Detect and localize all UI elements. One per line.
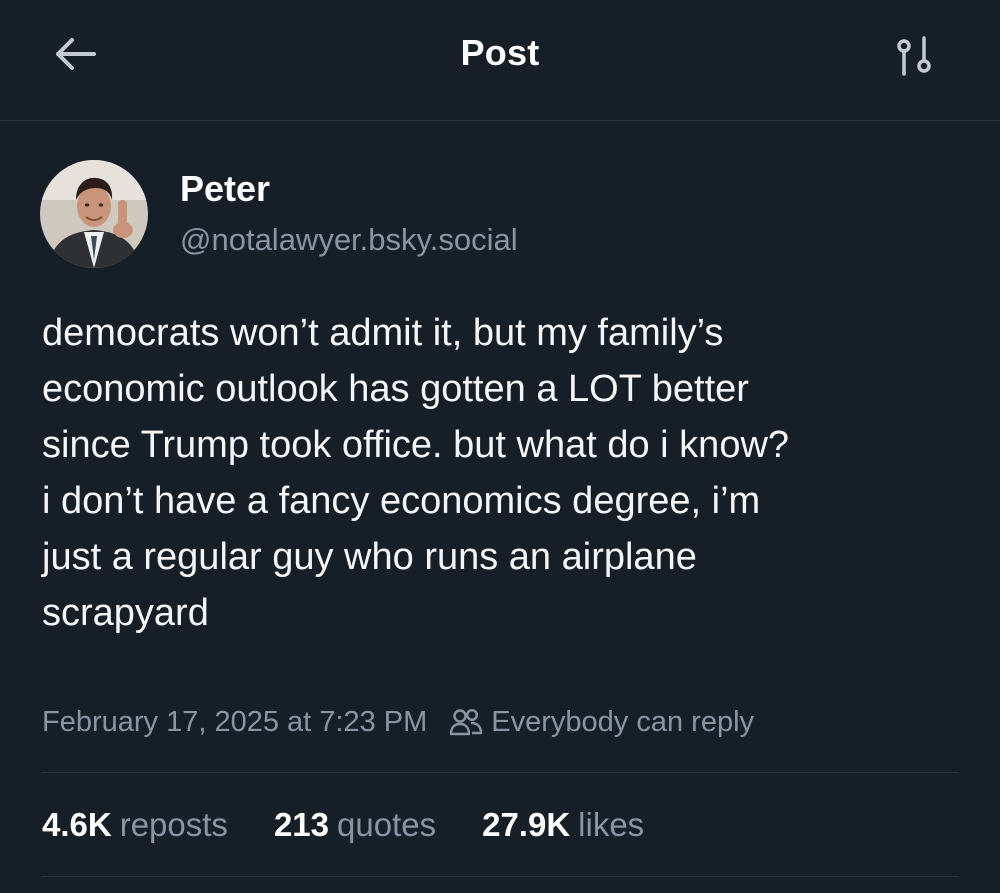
avatar[interactable] xyxy=(40,160,148,268)
post-text: democrats won’t admit it, but my family’… xyxy=(42,312,790,634)
quotes-label: quotes xyxy=(337,806,437,843)
quotes-count: 213 xyxy=(273,806,329,843)
reposts-count: 4.6K xyxy=(42,806,112,843)
people-icon xyxy=(449,707,483,737)
post-meta: February 17, 2025 at 7:23 PM Everybody c… xyxy=(42,700,754,744)
likes-stat[interactable]: 27.9K likes xyxy=(482,806,644,844)
divider-bottom xyxy=(42,876,958,877)
reply-setting[interactable]: Everybody can reply xyxy=(491,706,754,739)
post-timestamp: February 17, 2025 at 7:23 PM xyxy=(42,705,428,738)
reposts-stat[interactable]: 4.6K reposts xyxy=(42,806,228,844)
post-author: Peter @notalawyer.bsky.social xyxy=(40,160,940,272)
top-bar: Post xyxy=(0,0,1000,121)
thread-settings-icon xyxy=(897,36,931,76)
author-display-name[interactable]: Peter xyxy=(180,168,270,210)
quotes-stat[interactable]: 213 quotes xyxy=(274,806,436,844)
likes-label: likes xyxy=(578,806,645,843)
reposts-label: reposts xyxy=(119,806,228,843)
likes-count: 27.9K xyxy=(482,806,571,843)
page-title: Post xyxy=(460,32,540,73)
author-handle[interactable]: @notalawyer.bsky.social xyxy=(180,222,518,258)
divider xyxy=(42,772,958,773)
engagement-stats: 4.6K reposts 213 quotes 27.9K likes xyxy=(42,800,690,850)
avatar-photo xyxy=(40,160,148,268)
thread-settings-button[interactable] xyxy=(888,32,944,80)
